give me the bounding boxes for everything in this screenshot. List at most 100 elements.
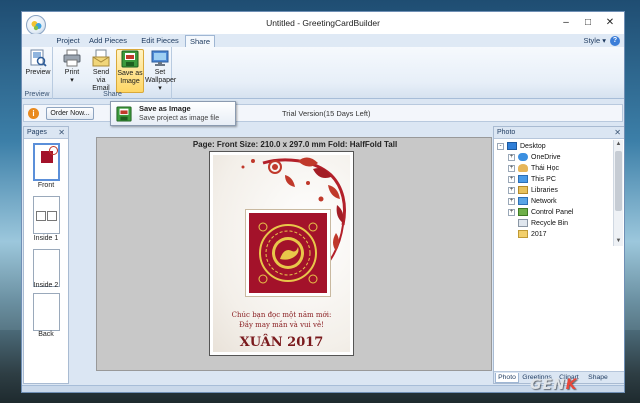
tab-add-pieces[interactable]: Add Pieces — [88, 35, 128, 47]
expand-icon[interactable]: + — [508, 175, 515, 183]
tree-item-label: This PC — [531, 176, 556, 183]
preview-icon — [30, 49, 47, 67]
tree-item-onedrive[interactable]: + OneDrive — [508, 152, 561, 163]
tab-shape[interactable]: Shape — [585, 373, 611, 383]
window-title: Untitled - GreetingCardBuilder — [266, 18, 380, 28]
tree-item-2017[interactable]: 2017 — [518, 229, 547, 240]
expand-icon[interactable]: + — [508, 153, 515, 161]
title-bar: Untitled - GreetingCardBuilder – □ ✕ — [22, 12, 624, 35]
tree-item-desktop[interactable]: - Desktop — [497, 141, 546, 152]
tab-share[interactable]: Share — [185, 35, 215, 47]
set-wallpaper-button[interactable]: Set Wallpaper ▾ — [145, 49, 177, 93]
close-button[interactable]: ✕ — [600, 16, 620, 30]
thumbnail-art — [47, 211, 57, 221]
genk-watermark: GENK — [530, 377, 578, 393]
email-icon — [92, 49, 110, 67]
greeting-line-1: Chúc bạn đọc một năm mới: — [231, 311, 332, 319]
page-label-inside-1: Inside 1 — [33, 235, 59, 242]
wallpaper-label-2: Wallpaper — [145, 77, 177, 84]
pages-panel-title: Pages — [27, 129, 47, 136]
watermark-text: GEN — [530, 377, 566, 393]
library-icon — [518, 186, 528, 195]
rooster-emblem-icon — [258, 222, 318, 284]
pages-panel-header: Pages ✕ — [24, 127, 68, 139]
save-as-image-button[interactable]: Save as Image — [116, 49, 144, 93]
ribbon-group-share-title: Share — [103, 91, 122, 98]
design-canvas: Page: Front Size: 210.0 x 297.0 mm Fold:… — [96, 137, 492, 371]
save-as-image-icon — [116, 106, 132, 122]
control-panel-icon — [518, 208, 528, 217]
card-background: Chúc bạn đọc một năm mới: Đầy may mắn và… — [213, 155, 350, 352]
tree-item-label: Libraries — [531, 187, 558, 194]
pages-panel: Pages ✕ Front Inside 1 Inside 2 Back — [23, 126, 69, 384]
expand-icon[interactable]: + — [508, 164, 515, 172]
info-icon: i — [28, 108, 39, 119]
expand-icon[interactable]: + — [508, 197, 515, 205]
page-thumbnail-front[interactable] — [33, 143, 60, 181]
desktop-icon — [507, 142, 517, 151]
tree-item-user[interactable]: + Thái Học — [508, 163, 559, 174]
style-menu-label: Style — [583, 36, 601, 45]
panel-splitter[interactable] — [69, 126, 74, 384]
page-thumbnail-back[interactable] — [33, 293, 60, 331]
photo-panel: Photo ✕ - Desktop + OneDrive + Thái Học + Th… — [493, 126, 624, 384]
expand-icon[interactable]: + — [508, 186, 515, 194]
page-thumbnail-inside-1[interactable] — [33, 196, 60, 234]
preview-button[interactable]: Preview — [24, 49, 52, 77]
tree-item-label: Network — [531, 198, 557, 205]
tooltip-title: Save as Image — [139, 104, 191, 113]
save-as-label-1: Save as — [117, 70, 143, 77]
tree-item-control-panel[interactable]: + Control Panel — [508, 207, 573, 218]
user-icon — [518, 164, 528, 173]
card-title-text: XUÂN 2017 — [239, 335, 324, 350]
send-button-label-2: via Email — [92, 77, 110, 92]
app-window: Untitled - GreetingCardBuilder – □ ✕ Pro… — [21, 11, 625, 393]
tab-project[interactable]: Project — [53, 35, 83, 47]
scroll-down-icon[interactable]: ▼ — [614, 237, 623, 246]
tree-item-this-pc[interactable]: + This PC — [508, 174, 556, 185]
tree-item-label: Thái Học — [531, 165, 560, 172]
print-button[interactable]: Print ▾ — [58, 49, 86, 85]
style-menu[interactable]: Style ▾ — [583, 35, 606, 47]
close-icon[interactable]: ✕ — [614, 127, 621, 139]
red-card-panel — [249, 213, 327, 293]
computer-icon — [518, 175, 528, 184]
send-button-label-1: Send — [92, 69, 110, 76]
scroll-up-icon[interactable]: ▲ — [614, 140, 623, 149]
save-as-image-tooltip: Save as Image Save project as image file — [110, 101, 236, 126]
tree-item-recycle-bin[interactable]: Recycle Bin — [518, 218, 568, 229]
thumbnail-art — [49, 146, 58, 155]
collapse-icon[interactable]: - — [497, 142, 504, 150]
red-card-frame — [245, 209, 331, 297]
help-icon[interactable]: ? — [610, 36, 620, 46]
watermark-text-accent: K — [565, 377, 578, 393]
preview-button-label: Preview — [25, 69, 51, 76]
page-label-inside-2: Inside 2 — [33, 282, 59, 289]
trial-text: Trial Version(15 Days Left) — [282, 109, 371, 118]
folder-icon — [518, 230, 528, 239]
wallpaper-icon — [151, 50, 169, 66]
chevron-down-icon: ▾ — [70, 77, 74, 84]
ribbon: Preview Preview Print ▾ Send via Email S… — [22, 47, 624, 99]
tree-item-network[interactable]: + Network — [508, 196, 557, 207]
tree-item-libraries[interactable]: + Libraries — [508, 185, 558, 196]
tab-photo[interactable]: Photo — [495, 373, 519, 383]
save-as-label-2: Image — [120, 78, 140, 85]
printer-icon — [63, 49, 81, 67]
expand-icon[interactable]: + — [508, 208, 515, 216]
minimize-button[interactable]: – — [556, 16, 576, 30]
tree-item-label: Control Panel — [531, 209, 574, 216]
send-via-email-button[interactable]: Send via Email — [87, 49, 115, 93]
close-icon[interactable]: ✕ — [58, 127, 65, 139]
maximize-button[interactable]: □ — [578, 16, 598, 30]
tab-edit-pieces[interactable]: Edit Pieces — [140, 35, 180, 47]
ribbon-group-share: Print ▾ Send via Email Save as Image Set… — [54, 47, 177, 99]
page-info: Page: Front Size: 210.0 x 297.0 mm Fold:… — [192, 140, 398, 149]
greeting-line-2: Đầy may mắn và vui vẻ! — [239, 321, 324, 329]
tree-scrollbar[interactable]: ▲ ▼ — [613, 140, 623, 246]
card-page[interactable]: Chúc bạn đọc một năm mới: Đầy may mắn và… — [209, 151, 354, 356]
save-as-image-icon — [121, 50, 139, 68]
order-now-button[interactable]: Order Now... — [46, 107, 94, 120]
tree-item-label: Recycle Bin — [531, 220, 568, 227]
scrollbar-thumb[interactable] — [615, 151, 622, 211]
